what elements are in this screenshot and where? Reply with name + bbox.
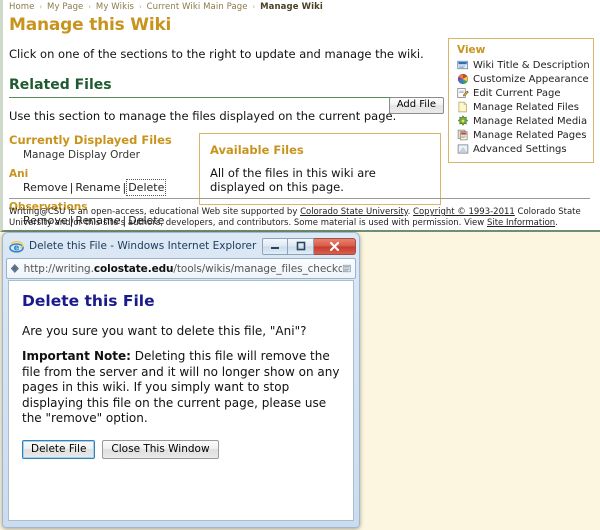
breadcrumb-separator-icon: ›	[37, 3, 44, 11]
advanced-settings-icon	[457, 143, 469, 155]
maximize-icon	[295, 241, 307, 251]
section-title-related-files: Related Files	[9, 77, 441, 93]
close-icon	[328, 241, 341, 252]
delete-link-ani[interactable]: Delete	[128, 181, 164, 194]
page-intro-text: Click on one of the sections to the righ…	[9, 47, 441, 61]
minimize-icon	[269, 241, 281, 251]
breadcrumb-item-manage-wiki: Manage Wiki	[260, 2, 323, 12]
breadcrumb-separator-icon: ›	[250, 3, 257, 11]
page-title: Manage this Wiki	[9, 15, 441, 35]
sidebar-item-label: Customize Appearance	[473, 74, 589, 85]
dialog-window-title: Delete this File - Windows Internet Expl…	[29, 240, 262, 252]
sidebar-item-wiki-title-description[interactable]: Wiki Title & Description	[457, 59, 587, 71]
dialog-note-label: Important Note:	[22, 349, 131, 363]
section-description: Use this section to manage the files dis…	[9, 109, 441, 123]
available-files-text: All of the files in this wiki are displa…	[210, 166, 430, 194]
file-entry: Ani Remove|Rename|Delete	[9, 168, 191, 194]
available-files-heading: Available Files	[210, 143, 430, 157]
minimize-button[interactable]	[262, 238, 288, 255]
address-bar-url: http://writing.colostate.edu/tools/wikis…	[24, 263, 343, 275]
svg-text:e: e	[14, 242, 20, 252]
remove-link-ani[interactable]: Remove	[23, 181, 68, 194]
breadcrumb-item-my-page[interactable]: My Page	[47, 2, 83, 12]
breadcrumb-separator-icon: ›	[86, 3, 93, 11]
close-this-window-button[interactable]: Close This Window	[102, 440, 218, 459]
dialog-note-text: Important Note: Deleting this file will …	[22, 349, 340, 427]
dialog-question-text: Are you sure you want to delete this fil…	[22, 324, 340, 338]
footer-text-part1: Writing@CSU is an open-access, education…	[9, 207, 300, 217]
sidebar-item-customize-appearance[interactable]: Customize Appearance	[457, 73, 587, 85]
compatibility-view-icon[interactable]	[342, 262, 352, 275]
sidebar-item-edit-current-page[interactable]: Edit Current Page	[457, 87, 587, 99]
site-footer: Writing@CSU is an open-access, education…	[9, 207, 591, 229]
sidebar-item-label: Advanced Settings	[473, 144, 567, 155]
breadcrumb-item-my-wikis[interactable]: My Wikis	[96, 2, 134, 12]
footer-divider	[9, 198, 590, 199]
file-name-ani: Ani	[9, 168, 191, 180]
url-prefix: http://writing.	[24, 263, 94, 275]
document-icon	[457, 101, 469, 113]
media-gear-icon	[457, 115, 469, 127]
sidebar-item-manage-related-files[interactable]: Manage Related Files	[457, 101, 587, 113]
delete-file-button[interactable]: Delete File	[22, 440, 95, 459]
breadcrumb-item-current-wiki-main-page[interactable]: Current Wiki Main Page	[147, 2, 248, 12]
sidebar-item-label: Manage Related Pages	[473, 130, 586, 141]
breadcrumb-separator-icon: ›	[137, 3, 144, 11]
currently-displayed-files-heading: Currently Displayed Files	[9, 133, 191, 147]
security-shield-icon	[10, 262, 20, 275]
dialog-button-row: Delete File Close This Window	[22, 440, 340, 459]
add-file-button-wrap: Add File	[389, 92, 444, 114]
sidebar-item-label: Manage Related Files	[473, 102, 579, 113]
sidebar-item-manage-related-pages[interactable]: Manage Related Pages	[457, 129, 587, 141]
page-title-icon	[457, 59, 469, 71]
pencil-page-icon	[457, 87, 469, 99]
manage-display-order-link[interactable]: Manage Display Order	[23, 149, 191, 161]
dialog-title: Delete this File	[22, 292, 340, 310]
color-wheel-icon	[457, 73, 469, 85]
main-content-column: Home › My Page › My Wikis › Current Wiki…	[9, 0, 441, 227]
breadcrumb: Home › My Page › My Wikis › Current Wiki…	[9, 0, 441, 12]
internet-explorer-icon: e	[9, 239, 24, 254]
footer-link-colorado-state-university[interactable]: Colorado State University	[300, 207, 408, 217]
rename-link-ani[interactable]: Rename	[75, 181, 120, 194]
file-actions-ani: Remove|Rename|Delete	[23, 181, 191, 194]
sidebar-heading-view: View	[457, 44, 587, 56]
footer-link-site-information[interactable]: Site Information	[487, 218, 555, 228]
sidebar-item-manage-related-media[interactable]: Manage Related Media	[457, 115, 587, 127]
section-divider	[9, 97, 441, 98]
pages-stack-icon	[457, 129, 469, 141]
address-bar[interactable]: http://writing.colostate.edu/tools/wikis…	[6, 258, 356, 279]
footer-link-copyright[interactable]: Copyright © 1993-2011	[413, 207, 515, 217]
url-domain: colostate.edu	[94, 263, 174, 275]
dialog-titlebar[interactable]: e Delete this File - Windows Internet Ex…	[3, 233, 359, 257]
available-files-box: Available Files All of the files in this…	[199, 133, 441, 205]
delete-file-dialog-window[interactable]: e Delete this File - Windows Internet Ex…	[2, 232, 360, 528]
footer-text-part4: .	[555, 218, 558, 228]
sidebar-item-label: Wiki Title & Description	[473, 60, 590, 71]
url-path: /tools/wikis/manage_files_checkdelete.cf…	[173, 263, 342, 275]
maximize-button[interactable]	[288, 238, 314, 255]
sidebar-item-label: Edit Current Page	[473, 88, 561, 99]
dialog-inner: Delete this File Are you sure you want t…	[9, 281, 353, 459]
view-sidebar-panel: View Wiki Title & Description Customize …	[448, 38, 594, 163]
sidebar-item-advanced-settings[interactable]: Advanced Settings	[457, 143, 587, 155]
sidebar-item-label: Manage Related Media	[473, 116, 587, 127]
add-file-button[interactable]: Add File	[389, 97, 444, 114]
close-button[interactable]	[314, 238, 356, 255]
dialog-content-area: Delete this File Are you sure you want t…	[8, 280, 354, 521]
window-controls	[262, 238, 356, 255]
breadcrumb-item-home[interactable]: Home	[9, 2, 35, 12]
